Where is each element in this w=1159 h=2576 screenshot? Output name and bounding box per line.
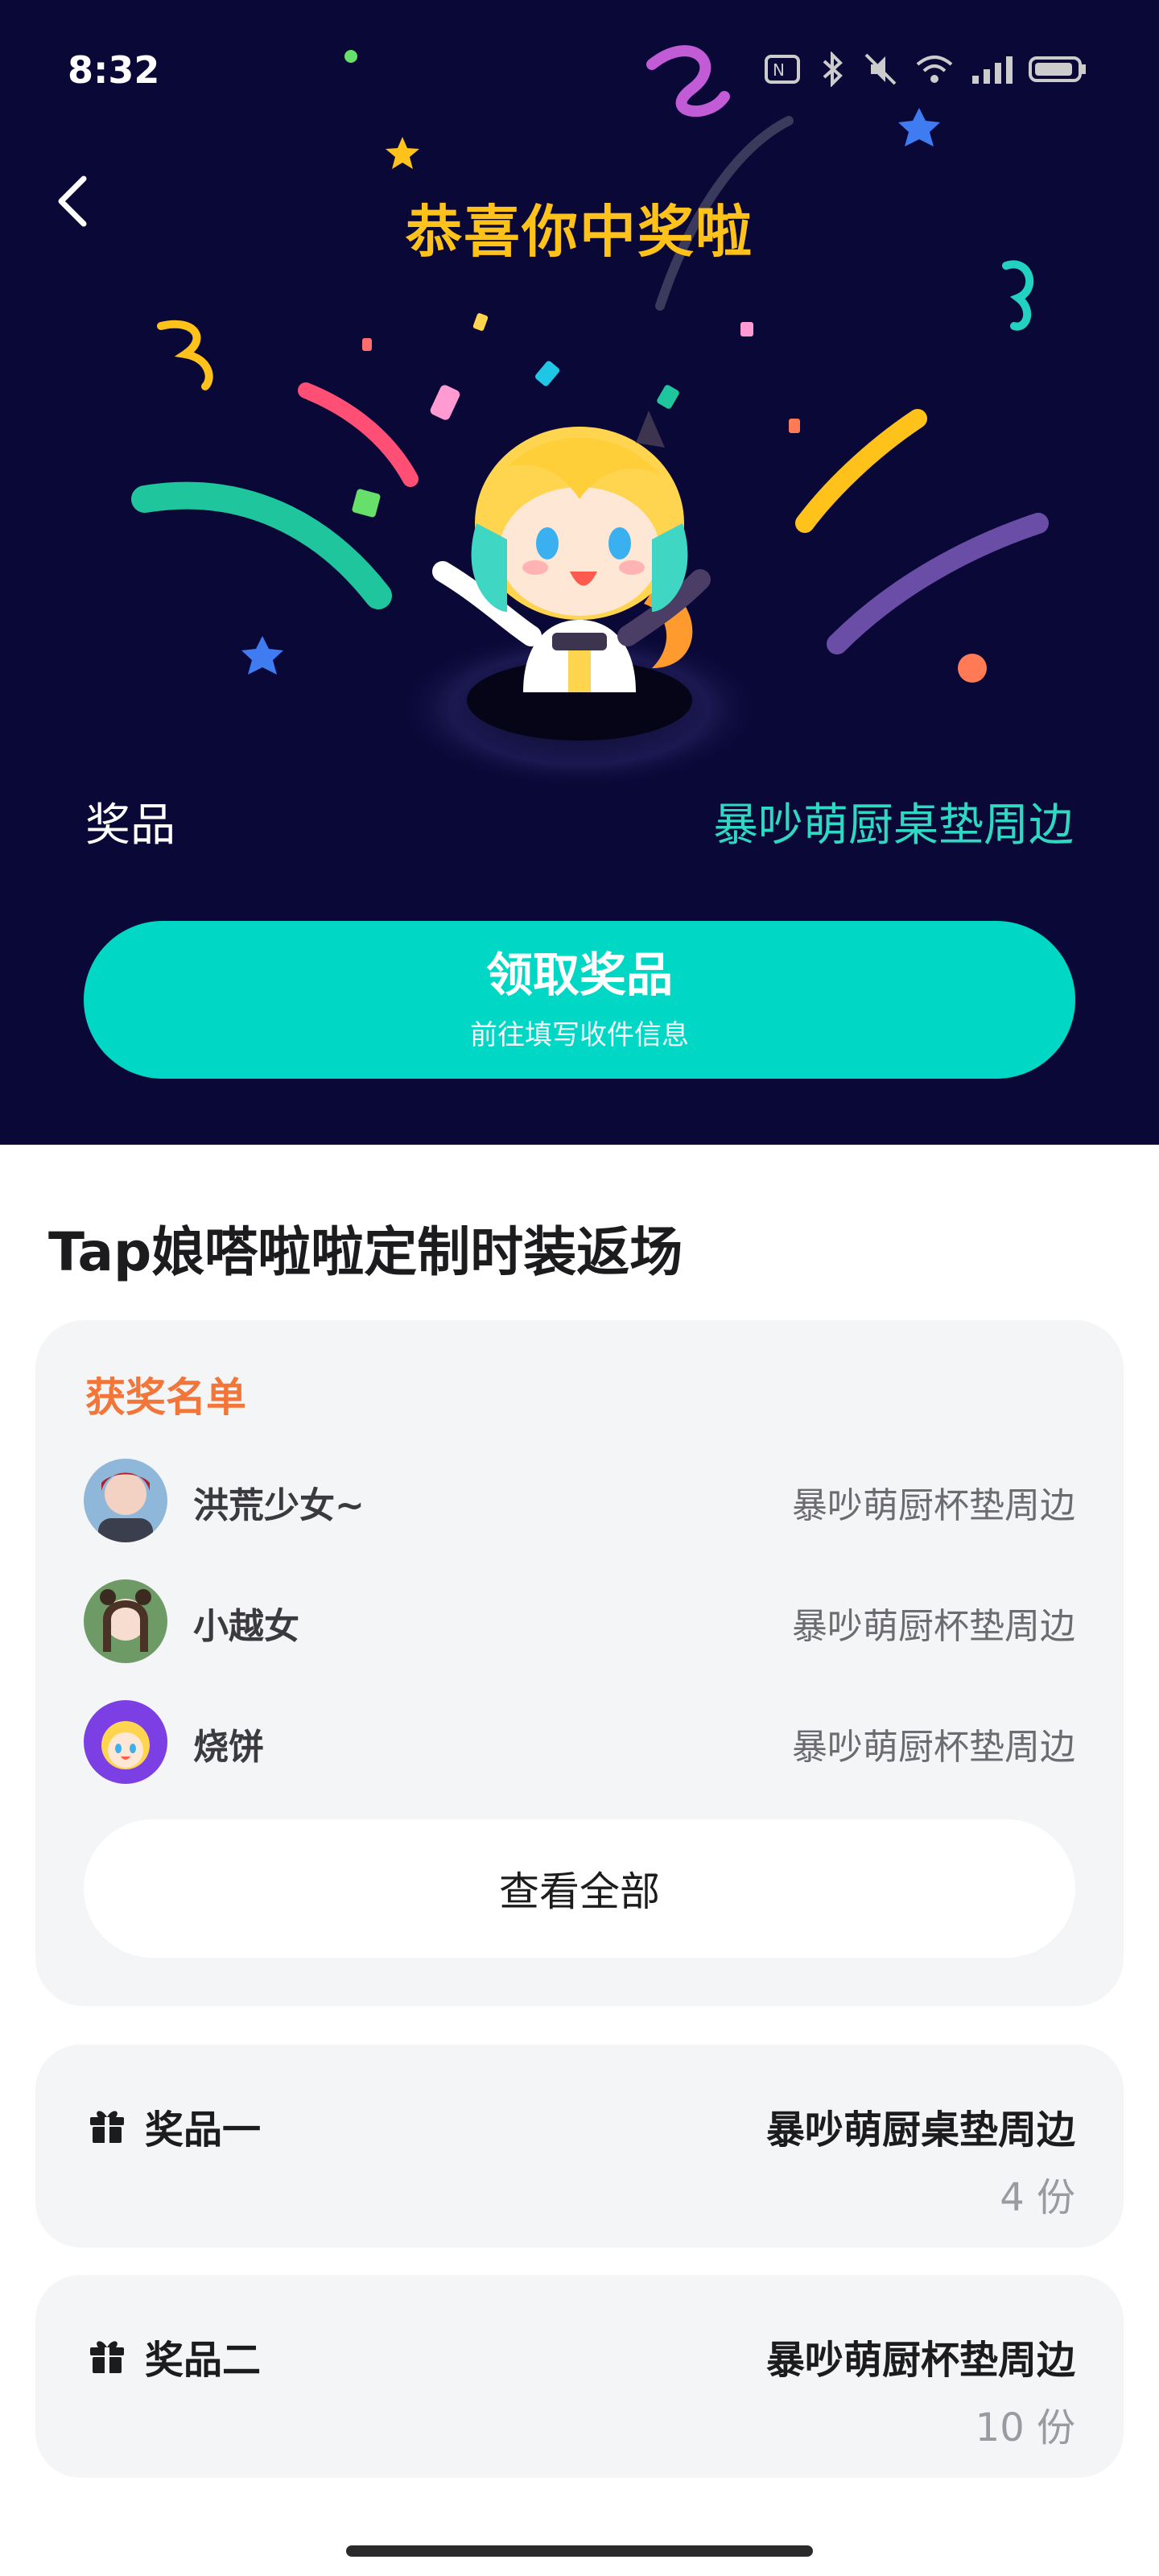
prize-tier-card: 奖品一 暴吵萌厨桌垫周边 4 份 <box>35 2045 1124 2248</box>
prize-value: 暴吵萌厨桌垫周边 <box>713 799 1074 852</box>
winner-prize: 暴吵萌厨杯垫周边 <box>792 1485 1075 1526</box>
winner-row: 烧饼 暴吵萌厨杯垫周边 <box>84 1700 1075 1784</box>
wifi-icon <box>916 56 953 83</box>
prize-tier-count: 10 份 <box>975 2405 1075 2450</box>
winners-list-card: 获奖名单 洪荒少女~ 暴吵萌厨杯垫周边 小越女 暴吵萌厨杯垫周边 烧饼 暴吵萌厨… <box>35 1320 1124 2006</box>
gift-icon <box>90 2111 124 2143</box>
bluetooth-icon <box>823 52 843 87</box>
winner-name: 烧饼 <box>193 1727 264 1768</box>
status-icons: N <box>763 52 1087 87</box>
event-title: Tap娘嗒啦啦定制时装返场 <box>48 1221 683 1283</box>
winner-name: 小越女 <box>193 1606 299 1647</box>
avatar <box>84 1459 167 1542</box>
svg-text:N: N <box>773 60 785 80</box>
claim-button-subtitle: 前往填写收件信息 <box>470 1019 689 1052</box>
claim-prize-button[interactable]: 领取奖品 前往填写收件信息 <box>84 921 1075 1079</box>
prize-tier-item: 暴吵萌厨桌垫周边 <box>765 2107 1075 2153</box>
nfc-icon: N <box>765 55 800 84</box>
winner-prize: 暴吵萌厨杯垫周边 <box>792 1727 1075 1768</box>
view-all-button[interactable]: 查看全部 <box>84 1819 1075 1958</box>
home-indicator[interactable] <box>346 2545 813 2557</box>
mute-icon <box>864 53 897 85</box>
claim-button-title: 领取奖品 <box>485 947 673 1002</box>
prize-tier-item: 暴吵萌厨杯垫周边 <box>765 2338 1075 2383</box>
prize-label: 奖品 <box>85 799 175 852</box>
prize-tier-card: 奖品二 暴吵萌厨杯垫周边 10 份 <box>35 2275 1124 2478</box>
avatar <box>84 1579 167 1663</box>
prize-tier-name: 奖品二 <box>145 2338 262 2383</box>
mascot-illustration <box>394 411 765 789</box>
winner-prize: 暴吵萌厨杯垫周边 <box>792 1606 1075 1647</box>
hero-section: 8:32 N 恭喜你中奖啦 奖品 暴吵萌厨桌垫周边 领取奖品 前往填写收件信息 <box>0 0 1159 1145</box>
winner-row: 洪荒少女~ 暴吵萌厨杯垫周边 <box>84 1459 1075 1542</box>
battery-icon <box>1029 56 1086 82</box>
status-time: 8:32 <box>68 48 160 92</box>
hero-title: 恭喜你中奖啦 <box>406 199 753 265</box>
signal-icon <box>972 56 1013 84</box>
prize-tier-name: 奖品一 <box>145 2107 262 2153</box>
winner-name: 洪荒少女~ <box>193 1485 365 1526</box>
winner-row: 小越女 暴吵萌厨杯垫周边 <box>84 1579 1075 1663</box>
avatar <box>84 1700 167 1784</box>
winners-heading: 获奖名单 <box>85 1374 246 1421</box>
prize-tier-count: 4 份 <box>1000 2175 1075 2220</box>
gift-icon <box>90 2341 124 2373</box>
